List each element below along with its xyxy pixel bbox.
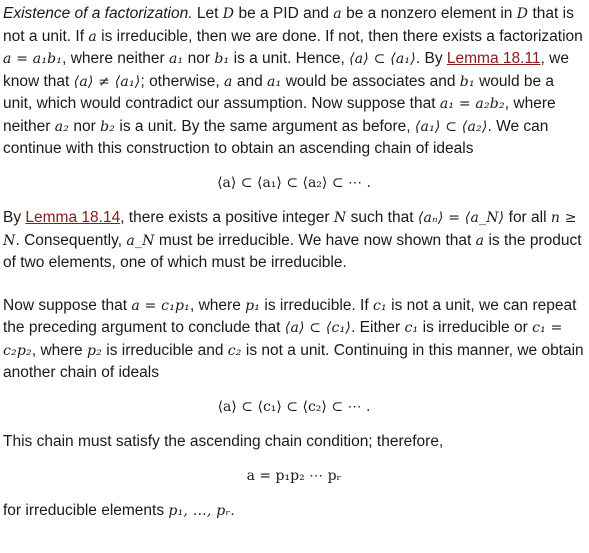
text: By (3, 209, 26, 226)
math-var: a (88, 28, 97, 45)
text: . Consequently, (15, 231, 127, 249)
text: for irreducible elements (3, 502, 169, 519)
math-var: c₁ (372, 297, 387, 314)
text: , there exists a positive integer (120, 209, 334, 226)
lemma-link[interactable]: Lemma 18.11 (447, 50, 541, 67)
text: . Either (351, 319, 405, 336)
math-var: a (475, 232, 485, 249)
document-body: Existence of a factorization. Let D be a… (3, 3, 585, 523)
paragraph-existence: Existence of a factorization. Let D be a… (3, 3, 585, 160)
math-expression: a = a₁b₁ (3, 51, 63, 67)
math-expression: ⟨a⟩ ⊂ ⟨c₁⟩ (284, 320, 352, 336)
text: is a unit. By the same argument as befor… (115, 117, 415, 135)
math-expression: ⟨aₙ⟩ = ⟨a_N⟩ (417, 210, 505, 226)
text: nor (183, 50, 215, 67)
text: is irreducible and (101, 341, 228, 359)
section-heading: Existence of a factorization. (3, 5, 193, 22)
text: such that (346, 209, 418, 226)
math-var: a (333, 6, 342, 22)
math-var: b₁ (214, 51, 230, 67)
math-expression: a₁ = a₂b₂ (439, 96, 505, 112)
math-expression: a = c₁p₁ (131, 297, 190, 314)
text: and (232, 72, 268, 90)
display-equation-chain-c: ⟨a⟩ ⊂ ⟨c₁⟩ ⊂ ⟨c₂⟩ ⊂ ⋯ . (217, 398, 371, 415)
text: nor (69, 117, 101, 135)
text: be a PID and (234, 5, 334, 22)
text: . (230, 502, 235, 519)
math-var: p₁ (245, 297, 261, 314)
text: Now suppose that (3, 296, 132, 314)
text: for all (504, 209, 551, 226)
math-var: a₁ (168, 51, 184, 67)
paragraph-acc: This chain must satisfy the ascending ch… (3, 433, 444, 450)
math-var: a₂ (54, 118, 70, 135)
text: . By (415, 50, 447, 67)
math-var: b₁ (459, 73, 475, 90)
math-expression: ⟨a₁⟩ ⊂ ⟨a₂⟩ (414, 118, 488, 135)
math-var: c₁ (404, 320, 419, 336)
text: is a unit. Hence, (229, 50, 350, 67)
math-var: D (222, 6, 235, 22)
math-expression: ⟨a⟩ ⊂ ⟨a₁⟩ (349, 51, 416, 67)
math-expression: ⟨a⟩ ≠ ⟨a₁⟩ (73, 73, 141, 90)
math-var: a_N (126, 232, 155, 249)
math-expression: p₁, …, pᵣ (168, 503, 231, 519)
text: Let (192, 5, 223, 22)
lemma-link[interactable]: Lemma 18.14 (25, 209, 120, 226)
text: , where neither (62, 50, 169, 67)
text: be a nonzero element in (341, 5, 517, 22)
text: is irreducible or (418, 319, 533, 336)
math-var: N (333, 210, 347, 226)
math-var: b₂ (100, 118, 116, 135)
display-equation-product: a = p₁p₂ ⋯ pᵣ (246, 467, 342, 484)
text: , where (31, 341, 87, 359)
math-var: a₁ (267, 73, 282, 90)
paragraph-conclusion: for irreducible elements p₁, …, pᵣ. (3, 500, 585, 523)
paragraph-lemma-18-14: By Lemma 18.14, there exists a positive … (3, 207, 585, 274)
text: , where (190, 296, 246, 314)
text: ; otherwise, (140, 72, 225, 90)
text: would be associates and (281, 72, 460, 90)
paragraph-second-chain: Now suppose that a = c₁p₁, where p₁ is i… (3, 295, 585, 384)
math-var: c₂ (227, 342, 242, 359)
math-var: D (516, 6, 529, 22)
text: is irreducible. If (260, 296, 373, 314)
text: must be irreducible. We have now shown t… (154, 231, 476, 249)
text: is irreducible, then we are done. If not… (96, 27, 583, 45)
display-equation-chain-a: ⟨a⟩ ⊂ ⟨a₁⟩ ⊂ ⟨a₂⟩ ⊂ ⋯ . (217, 174, 371, 191)
math-var: p₂ (86, 342, 102, 359)
math-var: a (224, 73, 233, 90)
